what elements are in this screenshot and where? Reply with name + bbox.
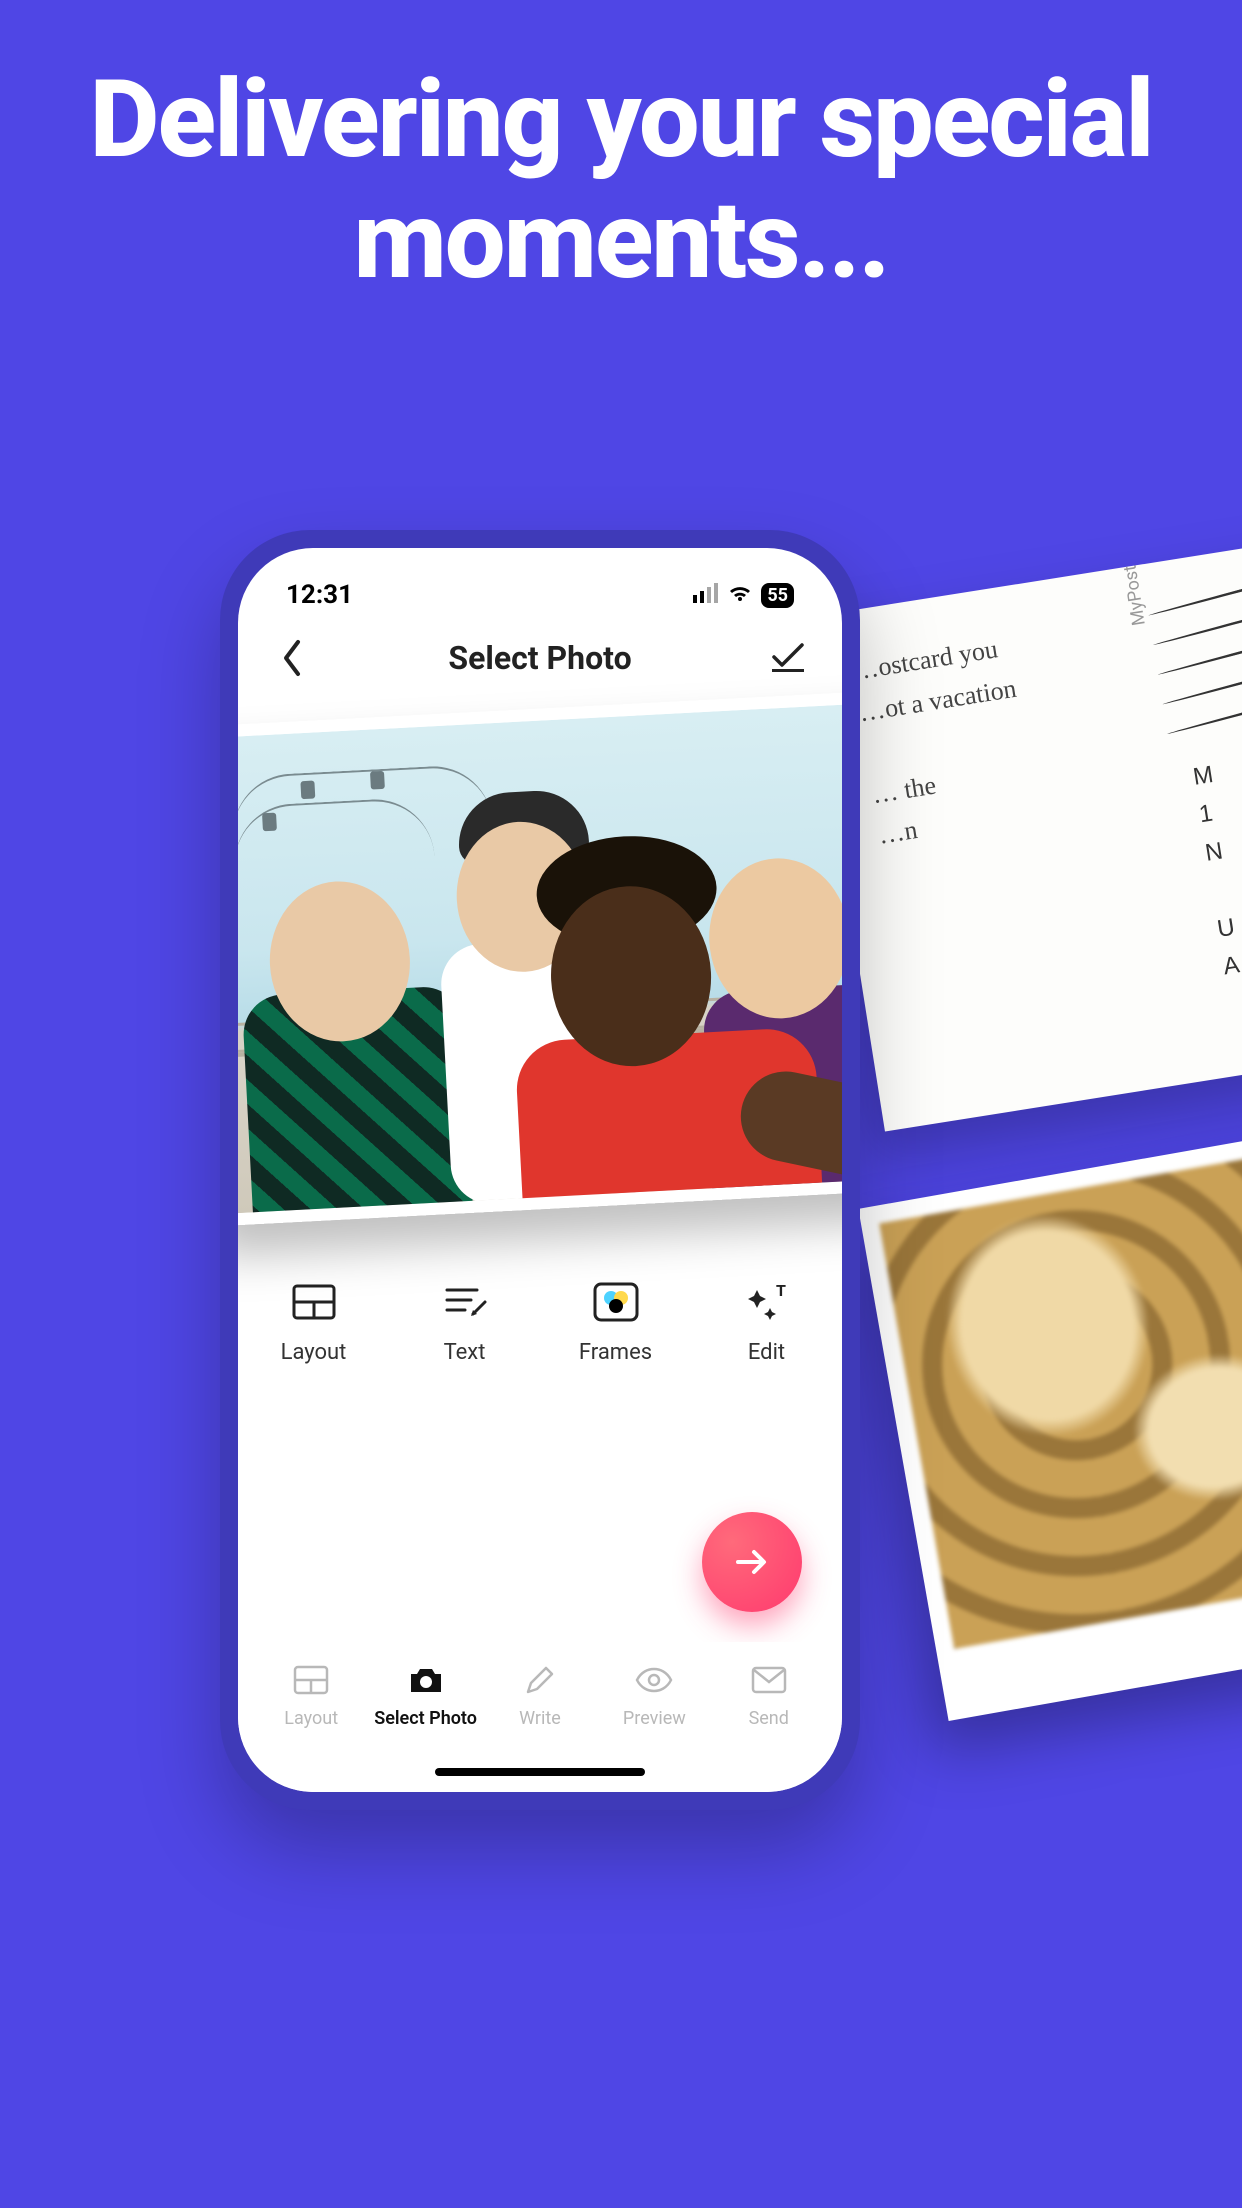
bottom-tab-bar: Layout Select Photo Write Preview — [238, 1642, 842, 1792]
cablecar-decor — [238, 763, 495, 876]
chevron-left-icon — [280, 638, 304, 678]
tab-label: Select Photo — [374, 1708, 477, 1729]
envelope-icon — [749, 1660, 789, 1700]
tool-label: Frames — [579, 1340, 652, 1365]
eye-icon — [634, 1660, 674, 1700]
status-time: 12:31 — [286, 580, 353, 610]
tab-label: Send — [749, 1708, 789, 1729]
polaroid-photo-card — [858, 1129, 1242, 1721]
layout-icon — [291, 1660, 331, 1700]
tool-label: Text — [444, 1340, 486, 1365]
tool-text[interactable]: Text — [419, 1278, 510, 1365]
selected-photo-card[interactable] — [238, 690, 842, 1227]
tab-write[interactable]: Write — [485, 1660, 595, 1729]
phone-screen: 12:31 55 Select Photo — [238, 548, 842, 1792]
tool-edit[interactable]: T Edit — [721, 1278, 812, 1365]
tab-preview[interactable]: Preview — [599, 1660, 709, 1729]
postcard-address-text: M 1 N U A — [1190, 756, 1242, 987]
photo-preview-area — [238, 698, 842, 1218]
svg-text:T: T — [776, 1282, 786, 1300]
tool-label: Layout — [281, 1340, 347, 1365]
wifi-icon — [727, 580, 753, 610]
tool-row: Layout Text Frames T Edit — [238, 1278, 842, 1365]
status-bar: 12:31 55 — [238, 548, 842, 618]
tab-layout[interactable]: Layout — [256, 1660, 366, 1729]
edit-sparkle-icon: T — [743, 1278, 791, 1326]
tab-select-photo[interactable]: Select Photo — [371, 1660, 481, 1729]
postcard-back-card: …ostcard you …ot a vacation … the …n MyP… — [804, 508, 1242, 1131]
tool-frames[interactable]: Frames — [570, 1278, 661, 1365]
tool-layout[interactable]: Layout — [268, 1278, 359, 1365]
arrow-right-icon — [728, 1538, 776, 1586]
top-nav: Select Photo — [238, 618, 842, 698]
postmark-lines — [1194, 543, 1242, 745]
text-icon — [441, 1278, 489, 1326]
page-title: Select Photo — [314, 639, 766, 677]
layout-icon — [290, 1278, 338, 1326]
next-fab[interactable] — [702, 1512, 802, 1612]
confirm-button[interactable] — [766, 636, 810, 680]
battery-indicator: 55 — [761, 583, 794, 608]
frames-icon — [592, 1278, 640, 1326]
phone-frame: 12:31 55 Select Photo — [220, 530, 860, 1810]
tool-label: Edit — [748, 1340, 785, 1365]
tab-label: Preview — [623, 1708, 686, 1729]
tab-label: Layout — [284, 1708, 338, 1729]
postcard-message-text: …ostcard you …ot a vacation … the …n — [849, 604, 1178, 856]
camera-icon — [406, 1660, 446, 1700]
signal-icon — [693, 580, 719, 610]
home-indicator — [435, 1768, 645, 1776]
check-underline-icon — [770, 643, 806, 673]
tab-send[interactable]: Send — [714, 1660, 824, 1729]
promo-headline: Delivering your special moments... — [0, 60, 1242, 302]
tab-label: Write — [519, 1708, 561, 1729]
polaroid-image — [879, 1150, 1242, 1649]
back-button[interactable] — [270, 636, 314, 680]
pencil-icon — [520, 1660, 560, 1700]
